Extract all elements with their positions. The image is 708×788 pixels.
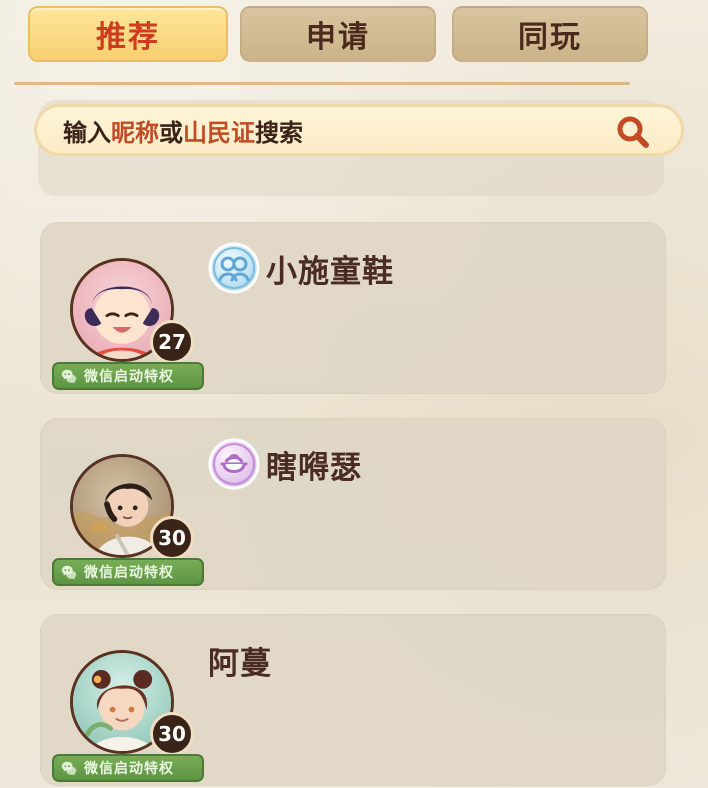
user-name-row: 小施童鞋	[208, 242, 394, 294]
level-value: 27	[158, 330, 186, 354]
user-name: 阿蔓	[208, 645, 272, 682]
user-card[interactable]: 30 微信启动特权 瞎嘚瑟	[40, 418, 666, 590]
search-input[interactable]: 输入昵称或山民证搜索	[34, 104, 684, 156]
user-card[interactable]: 30 微信启动特权 阿蔓	[40, 614, 666, 786]
level-badge: 30	[150, 516, 194, 560]
level-badge: 30	[150, 712, 194, 756]
search-placeholder-id: 山民证	[183, 118, 255, 147]
wechat-privilege-text: 微信启动特权	[84, 369, 174, 385]
tab-playmates-label: 同玩	[518, 20, 582, 55]
avatar-wrap: 27	[70, 258, 194, 364]
tab-recommend-label: 推荐	[96, 20, 160, 55]
friends-page: 推荐 申请 同玩 输入昵称或山民证搜索 27 微信启动特权 小施童鞋 30 微信…	[0, 0, 708, 788]
wechat-privilege-badge: 微信启动特权	[52, 362, 204, 390]
search-placeholder-or: 或	[159, 118, 183, 147]
level-badge: 27	[150, 320, 194, 364]
search-placeholder: 输入昵称或山民证搜索	[63, 113, 303, 148]
search-icon[interactable]	[613, 113, 653, 153]
tab-divider	[14, 82, 630, 85]
user-card[interactable]: 27 微信启动特权 小施童鞋	[40, 222, 666, 394]
bowl-badge-icon	[208, 438, 260, 490]
search-placeholder-prefix: 输入	[63, 118, 111, 147]
search-placeholder-suffix: 搜索	[255, 118, 303, 147]
couple-badge-icon	[208, 242, 260, 294]
tab-playmates[interactable]: 同玩	[452, 6, 648, 62]
avatar-wrap: 30	[70, 650, 194, 756]
wechat-icon	[61, 369, 77, 384]
wechat-privilege-badge: 微信启动特权	[52, 754, 204, 782]
tab-recommend[interactable]: 推荐	[28, 6, 228, 62]
search-placeholder-nickname: 昵称	[111, 118, 159, 147]
level-value: 30	[158, 526, 186, 550]
level-value: 30	[158, 722, 186, 746]
user-name-row: 阿蔓	[208, 634, 272, 686]
wechat-privilege-badge: 微信启动特权	[52, 558, 204, 586]
tab-requests-label: 申请	[306, 20, 370, 55]
user-name: 小施童鞋	[266, 253, 394, 290]
tab-requests[interactable]: 申请	[240, 6, 436, 62]
wechat-icon	[61, 565, 77, 580]
avatar-wrap: 30	[70, 454, 194, 560]
wechat-icon	[61, 761, 77, 776]
wechat-privilege-text: 微信启动特权	[84, 565, 174, 581]
wechat-privilege-text: 微信启动特权	[84, 761, 174, 777]
tab-bar: 推荐 申请 同玩	[0, 0, 708, 80]
user-name-row: 瞎嘚瑟	[208, 438, 362, 490]
user-name: 瞎嘚瑟	[266, 449, 362, 486]
